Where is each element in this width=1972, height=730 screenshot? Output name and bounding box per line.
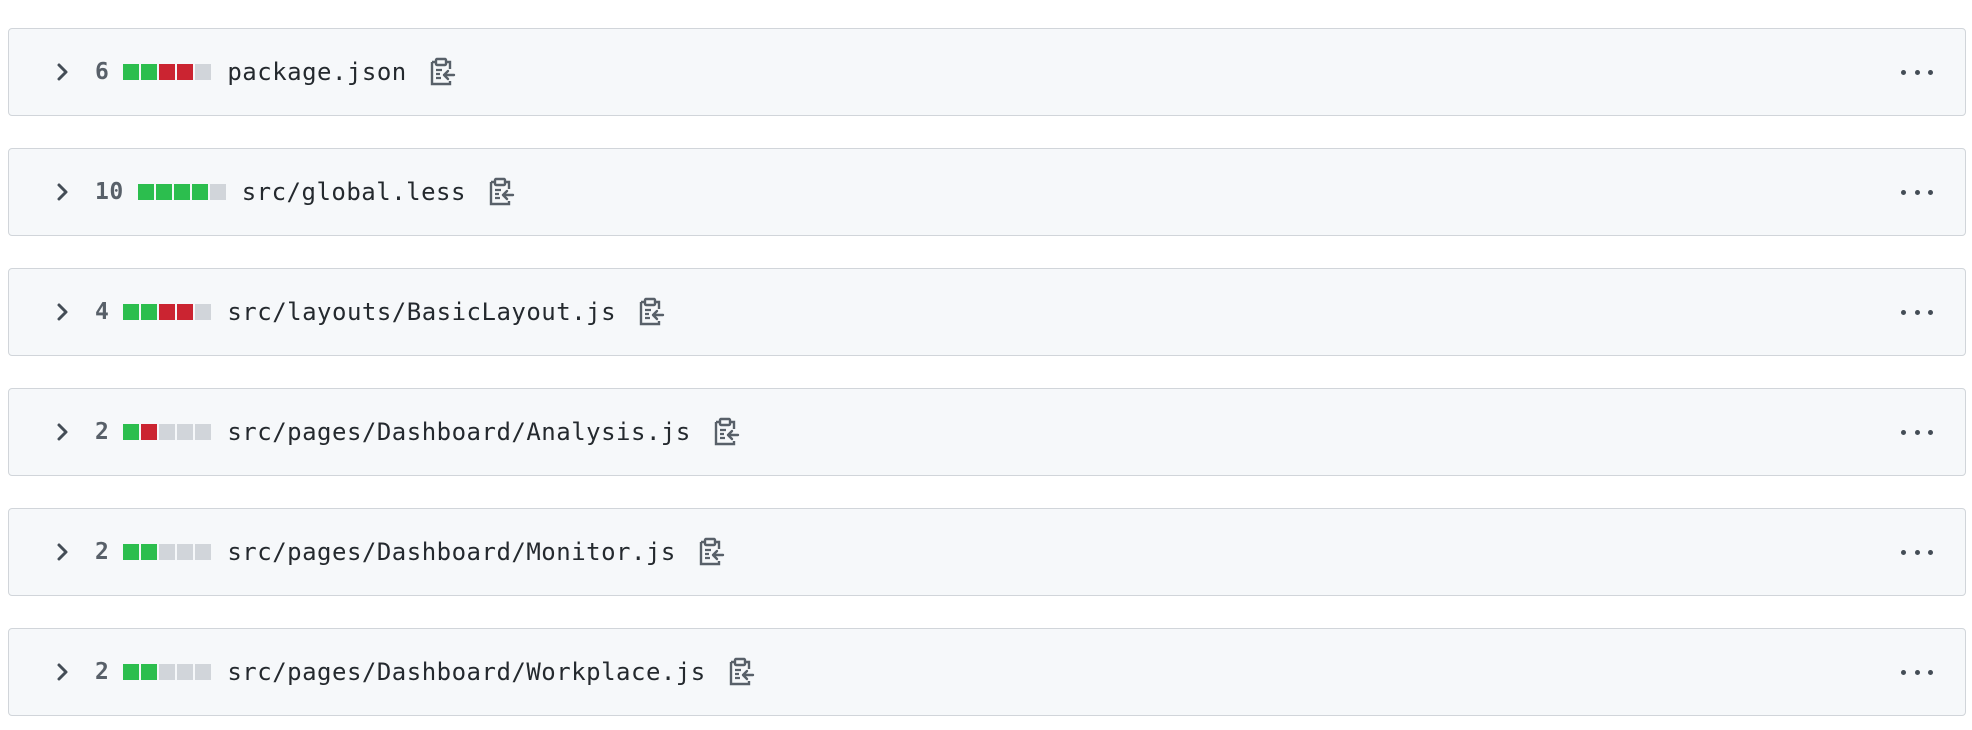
clipboard-copy-icon[interactable] — [486, 176, 516, 208]
diffstat-block-neutral — [177, 664, 194, 680]
diffstat-block-added — [123, 64, 140, 80]
diffstat-block-added — [123, 544, 140, 560]
kebab-dot — [1901, 669, 1906, 675]
kebab-dot — [1914, 669, 1920, 675]
kebab-dot — [1928, 189, 1933, 195]
diffstat-block-deleted — [177, 304, 194, 320]
diffstat-block-added — [123, 664, 140, 680]
kebab-horizontal-icon[interactable] — [1901, 302, 1933, 322]
kebab-dot — [1914, 189, 1920, 195]
file-header: 4 src/layouts/BasicLayout.js — [8, 268, 1966, 356]
kebab-horizontal-icon[interactable] — [1901, 422, 1933, 442]
diffstat-block-neutral — [195, 544, 212, 560]
kebab-dot — [1914, 69, 1920, 75]
kebab-dot — [1928, 429, 1933, 435]
diffstat-block-neutral — [195, 304, 212, 320]
file-header: 6 package.json — [8, 28, 1966, 116]
diff-change-count: 2 — [95, 659, 110, 685]
diffstat-block-neutral — [209, 184, 226, 200]
kebab-dot — [1914, 429, 1920, 435]
kebab-dot — [1928, 549, 1933, 555]
diffstat-block-neutral — [195, 64, 212, 80]
clipboard-copy-icon[interactable] — [696, 536, 726, 568]
chevron-right-icon[interactable] — [51, 420, 75, 444]
clipboard-copy-icon[interactable] — [711, 416, 741, 448]
diffstat-block-added — [137, 184, 154, 200]
diffstat-block-neutral — [177, 544, 194, 560]
diffstat-block-added — [141, 64, 158, 80]
diff-change-count: 2 — [95, 539, 110, 565]
diffstat-block-deleted — [159, 304, 176, 320]
chevron-right-icon[interactable] — [51, 540, 75, 564]
diffstat-block-added — [123, 424, 140, 440]
file-path[interactable]: src/pages/Dashboard/Monitor.js — [227, 538, 675, 566]
file-path[interactable]: src/pages/Dashboard/Workplace.js — [227, 658, 705, 686]
kebab-dot — [1901, 549, 1906, 555]
chevron-right-icon[interactable] — [51, 660, 75, 684]
diffstat-block-neutral — [195, 664, 212, 680]
diffstat-block-neutral — [177, 424, 194, 440]
diffstat-block-deleted — [177, 64, 194, 80]
kebab-dot — [1901, 429, 1906, 435]
kebab-dot — [1914, 309, 1920, 315]
diff-change-count: 10 — [95, 179, 124, 205]
diffstat-block-added — [191, 184, 208, 200]
kebab-horizontal-icon[interactable] — [1901, 542, 1933, 562]
kebab-horizontal-icon[interactable] — [1901, 662, 1933, 682]
file-header: 2 src/pages/Dashboard/Workplace.js — [8, 628, 1966, 716]
file-header: 10 src/global.less — [8, 148, 1966, 236]
file-path[interactable]: src/global.less — [242, 178, 466, 206]
file-path[interactable]: src/pages/Dashboard/Analysis.js — [227, 418, 690, 446]
kebab-horizontal-icon[interactable] — [1901, 62, 1933, 82]
kebab-horizontal-icon[interactable] — [1901, 182, 1933, 202]
file-header: 2 src/pages/Dashboard/Monitor.js — [8, 508, 1966, 596]
clipboard-copy-icon[interactable] — [726, 656, 756, 688]
diffstat-bar — [123, 304, 213, 320]
diffstat-block-added — [141, 304, 158, 320]
diffstat-block-added — [141, 544, 158, 560]
diffstat-block-deleted — [159, 64, 176, 80]
chevron-right-icon[interactable] — [51, 180, 75, 204]
file-path[interactable]: src/layouts/BasicLayout.js — [227, 298, 616, 326]
diffstat-bar — [123, 64, 213, 80]
diff-change-count: 2 — [95, 419, 110, 445]
diffstat-block-added — [123, 304, 140, 320]
diffstat-block-neutral — [159, 664, 176, 680]
diffstat-bar — [137, 184, 228, 200]
clipboard-copy-icon[interactable] — [636, 296, 666, 328]
diff-change-count: 6 — [95, 59, 110, 85]
kebab-dot — [1928, 69, 1933, 75]
file-header: 2 src/pages/Dashboard/Analysis.js — [8, 388, 1966, 476]
diffstat-block-neutral — [159, 424, 176, 440]
diffstat-block-added — [173, 184, 190, 200]
diffstat-block-added — [155, 184, 172, 200]
kebab-dot — [1928, 309, 1933, 315]
file-path[interactable]: package.json — [227, 58, 406, 86]
chevron-right-icon[interactable] — [51, 60, 75, 84]
diffstat-bar — [123, 664, 213, 680]
diffstat-block-deleted — [141, 424, 158, 440]
diffstat-block-neutral — [195, 424, 212, 440]
kebab-dot — [1901, 69, 1906, 75]
changed-files-list: 6 package.json 10 src/global.less 4 src/layou… — [8, 28, 1966, 716]
kebab-dot — [1901, 309, 1906, 315]
diff-change-count: 4 — [95, 299, 110, 325]
kebab-dot — [1914, 549, 1920, 555]
diffstat-block-added — [141, 664, 158, 680]
kebab-dot — [1928, 669, 1933, 675]
clipboard-copy-icon[interactable] — [427, 56, 457, 88]
kebab-dot — [1901, 189, 1906, 195]
chevron-right-icon[interactable] — [51, 300, 75, 324]
diffstat-bar — [123, 544, 213, 560]
diffstat-block-neutral — [159, 544, 176, 560]
diffstat-bar — [123, 424, 213, 440]
